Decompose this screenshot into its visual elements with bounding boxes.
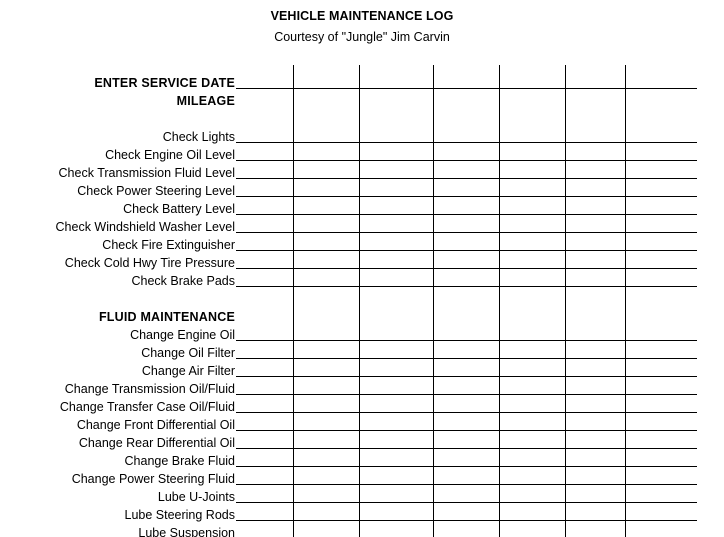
checklist-row[interactable]: Lube Steering Rods: [0, 506, 724, 524]
row-entry-rule[interactable]: [236, 214, 697, 215]
checklist-row-label: Check Power Steering Level: [77, 184, 235, 198]
checklist-row[interactable]: Check Power Steering Level: [0, 182, 724, 200]
checklist-row-label: Change Power Steering Fluid: [71, 472, 235, 486]
checklist-row-label: Check Battery Level: [123, 202, 235, 216]
checklist-row-label: Change Engine Oil: [130, 328, 235, 342]
checklist-row[interactable]: Check Lights: [0, 128, 724, 146]
checklist-row-label: Check Windshield Washer Level: [55, 220, 235, 234]
maintenance-log-page: VEHICLE MAINTENANCE LOG Courtesy of "Jun…: [0, 0, 724, 537]
checklist-row-label: Change Air Filter: [141, 364, 235, 378]
row-entry-rule[interactable]: [236, 430, 697, 431]
row-entry-rule[interactable]: [236, 88, 697, 89]
section-header-row[interactable]: ENTER SERVICE DATE: [0, 74, 724, 92]
checklist-row[interactable]: Change Front Differential Oil: [0, 416, 724, 434]
checklist-row-label: Check Fire Extinguisher: [102, 238, 235, 252]
checklist-row-label: Check Transmission Fluid Level: [58, 166, 235, 180]
spacer-row: [0, 290, 724, 308]
row-entry-rule[interactable]: [236, 502, 697, 503]
checklist-row[interactable]: Check Fire Extinguisher: [0, 236, 724, 254]
title-block: VEHICLE MAINTENANCE LOG Courtesy of "Jun…: [0, 8, 724, 45]
checklist-row[interactable]: Change Power Steering Fluid: [0, 470, 724, 488]
checklist-row[interactable]: Change Transfer Case Oil/Fluid: [0, 398, 724, 416]
checklist-row-label: Change Oil Filter: [141, 346, 235, 360]
section-header-row[interactable]: MILEAGE: [0, 92, 724, 110]
row-entry-rule[interactable]: [236, 466, 697, 467]
checklist-row[interactable]: Change Oil Filter: [0, 344, 724, 362]
section-header-row[interactable]: FLUID MAINTENANCE: [0, 308, 724, 326]
checklist-row[interactable]: Check Battery Level: [0, 200, 724, 218]
row-entry-rule[interactable]: [236, 196, 697, 197]
checklist-rows: ENTER SERVICE DATE MILEAGE Check Lights Che…: [0, 74, 724, 537]
row-entry-rule[interactable]: [236, 286, 697, 287]
checklist-row[interactable]: Change Air Filter: [0, 362, 724, 380]
row-entry-rule[interactable]: [236, 250, 697, 251]
checklist-row[interactable]: Lube U-Joints: [0, 488, 724, 506]
checklist-row-label: Change Rear Differential Oil: [78, 436, 235, 450]
checklist-row[interactable]: Check Windshield Washer Level: [0, 218, 724, 236]
checklist-row[interactable]: Change Engine Oil: [0, 326, 724, 344]
checklist-row[interactable]: Check Cold Hwy Tire Pressure: [0, 254, 724, 272]
row-entry-rule[interactable]: [236, 376, 697, 377]
checklist-row-label: Change Brake Fluid: [124, 454, 235, 468]
page-subtitle: Courtesy of "Jungle" Jim Carvin: [274, 30, 450, 44]
row-entry-rule[interactable]: [236, 232, 697, 233]
row-entry-rule[interactable]: [236, 268, 697, 269]
checklist-row[interactable]: Check Transmission Fluid Level: [0, 164, 724, 182]
checklist-row-label: Change Front Differential Oil: [76, 418, 235, 432]
row-entry-rule[interactable]: [236, 142, 697, 143]
checklist-row[interactable]: Change Transmission Oil/Fluid: [0, 380, 724, 398]
row-entry-rule[interactable]: [236, 340, 697, 341]
row-entry-rule[interactable]: [236, 358, 697, 359]
page-title: VEHICLE MAINTENANCE LOG: [270, 9, 454, 23]
checklist-row[interactable]: Change Rear Differential Oil: [0, 434, 724, 452]
row-entry-rule[interactable]: [236, 520, 697, 521]
row-entry-rule[interactable]: [236, 412, 697, 413]
checklist-row-label: Check Engine Oil Level: [105, 148, 235, 162]
spacer-row: [0, 110, 724, 128]
section-header-label: FLUID MAINTENANCE: [98, 310, 235, 324]
checklist-row-label: Lube U-Joints: [157, 490, 235, 504]
row-entry-rule[interactable]: [236, 160, 697, 161]
checklist-row[interactable]: Check Brake Pads: [0, 272, 724, 290]
checklist-row-label: Lube Suspension: [138, 526, 235, 537]
section-header-label: ENTER SERVICE DATE: [94, 76, 235, 90]
checklist-row[interactable]: Change Brake Fluid: [0, 452, 724, 470]
section-header-label: MILEAGE: [176, 94, 235, 108]
checklist-row[interactable]: Lube Suspension: [0, 524, 724, 537]
checklist-row-label: Change Transmission Oil/Fluid: [64, 382, 235, 396]
checklist-row-label: Check Brake Pads: [131, 274, 235, 288]
checklist-row-label: Check Cold Hwy Tire Pressure: [64, 256, 235, 270]
checklist-row-label: Check Lights: [162, 130, 235, 144]
row-entry-rule[interactable]: [236, 448, 697, 449]
row-entry-rule[interactable]: [236, 178, 697, 179]
row-entry-rule[interactable]: [236, 484, 697, 485]
checklist-row-label: Lube Steering Rods: [124, 508, 236, 522]
checklist-row-label: Change Transfer Case Oil/Fluid: [59, 400, 235, 414]
row-entry-rule[interactable]: [236, 394, 697, 395]
checklist-row[interactable]: Check Engine Oil Level: [0, 146, 724, 164]
